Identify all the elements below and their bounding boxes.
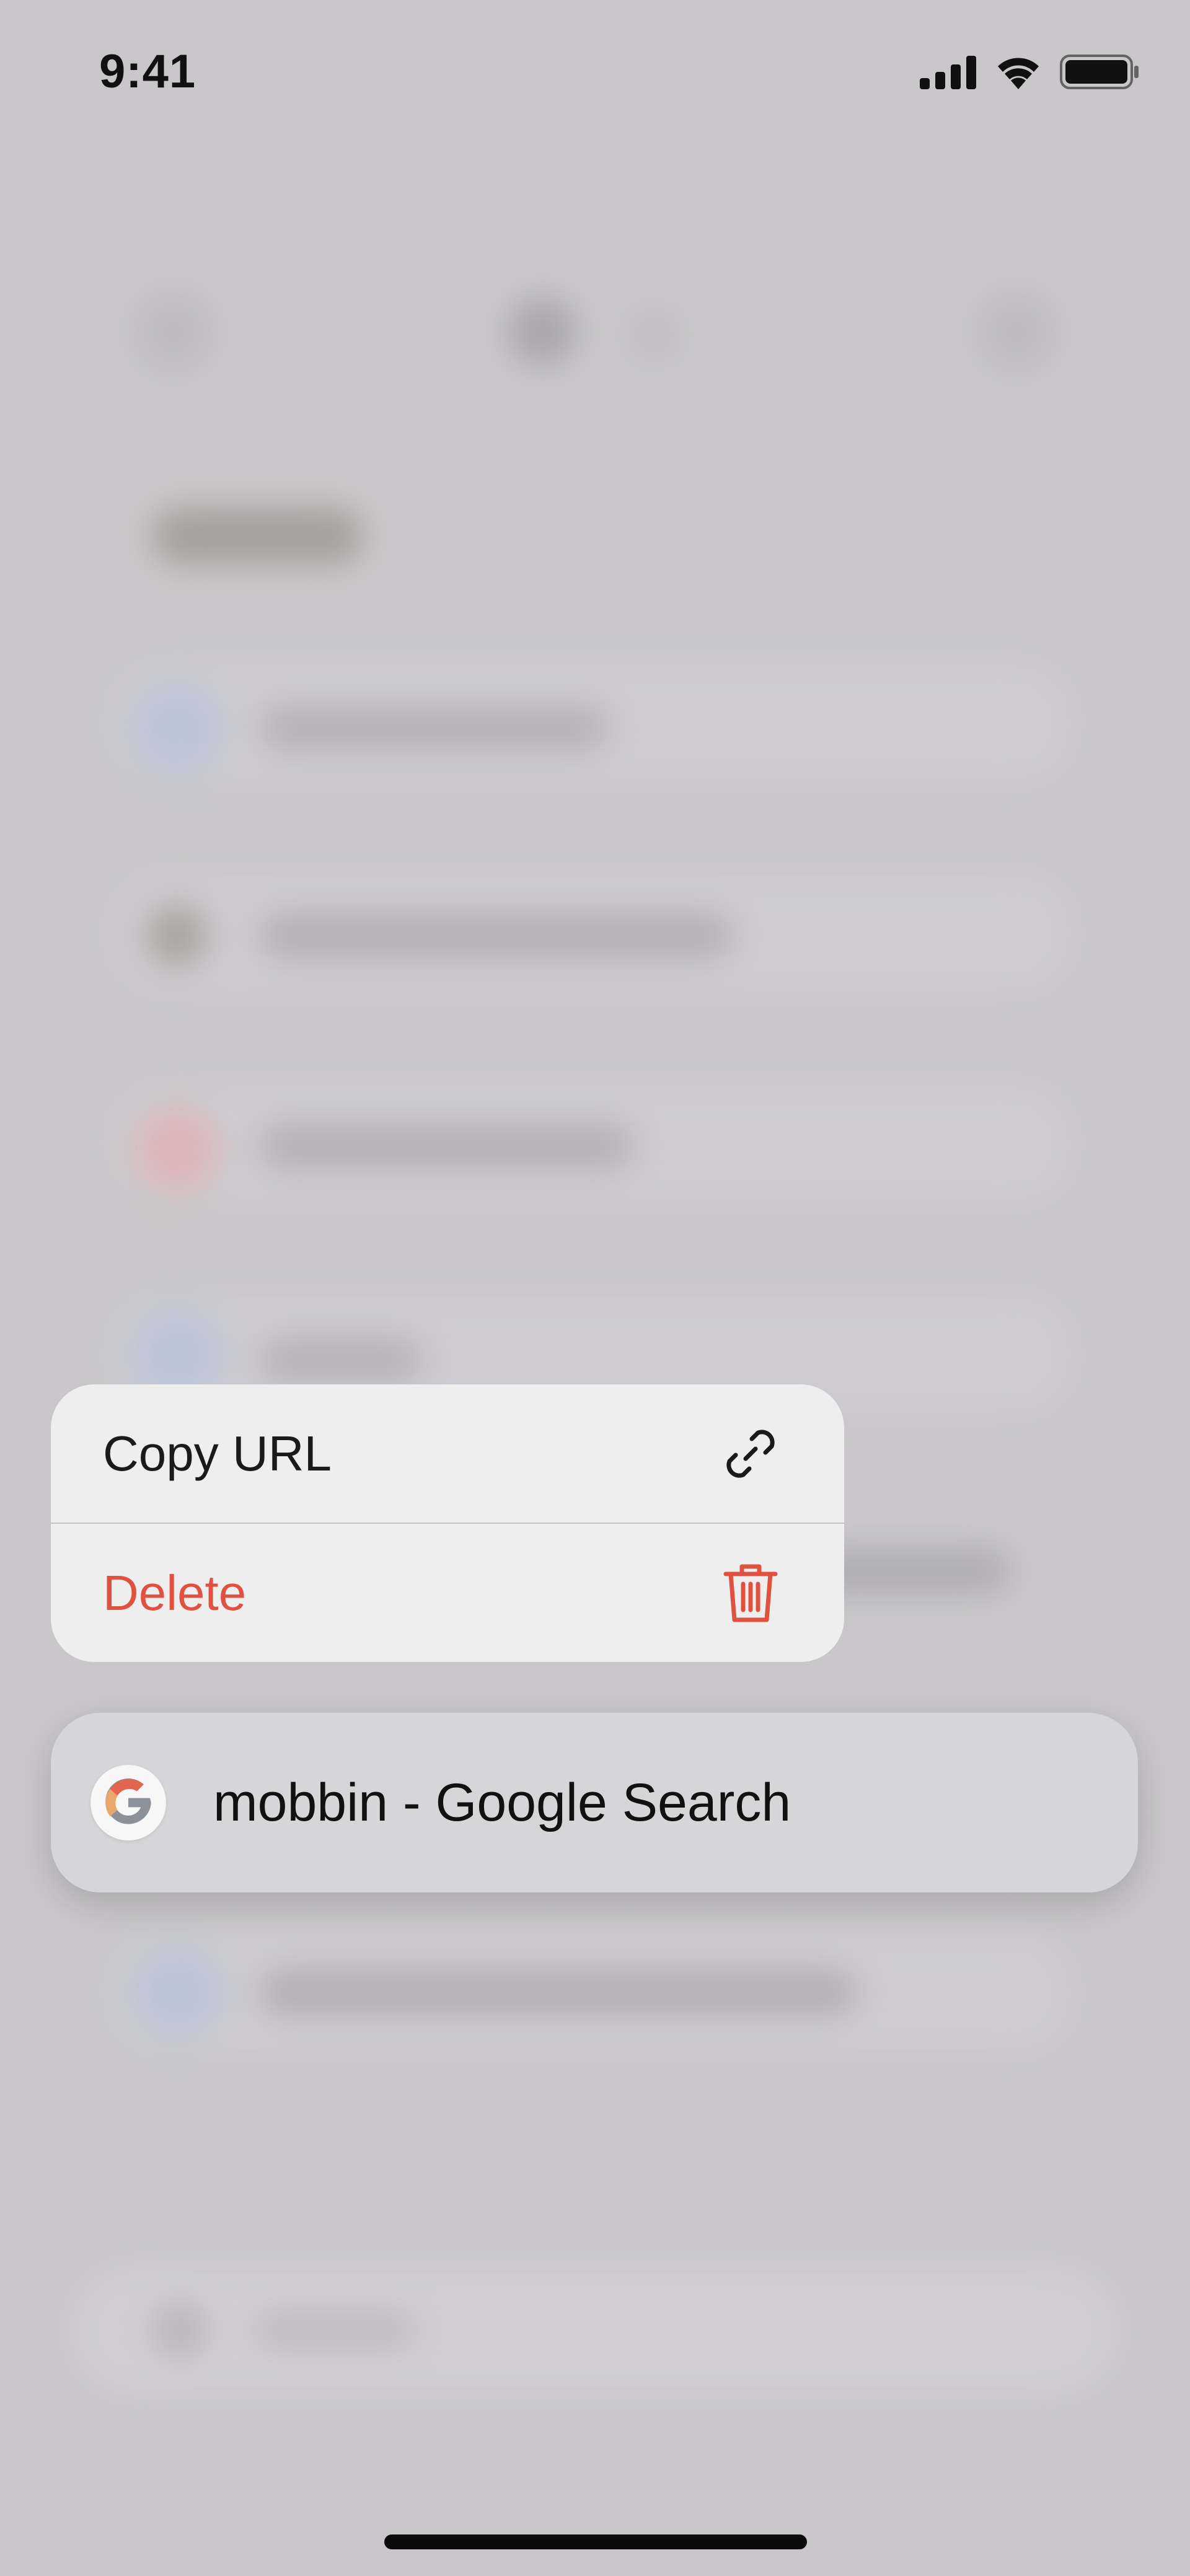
blurred-button — [976, 291, 1057, 372]
status-time: 9:41 — [99, 45, 196, 98]
context-menu: Copy URL Delete — [51, 1384, 844, 1662]
blurred-search-icon — [152, 2302, 208, 2358]
blurred-favicon — [130, 682, 223, 775]
blurred-button — [626, 307, 682, 363]
blurred-favicon — [146, 905, 208, 967]
blurred-favicon — [133, 1106, 220, 1193]
blurred-favicon — [130, 1946, 223, 2039]
history-row-focused[interactable]: mobbin - Google Search — [51, 1713, 1138, 1892]
delete-menu-item[interactable]: Delete — [51, 1524, 844, 1662]
blurred-search-bar — [74, 2268, 1116, 2392]
blurred-text — [260, 1971, 855, 2014]
blurred-text — [254, 2311, 415, 2349]
google-g-icon — [90, 1765, 166, 1840]
link-icon — [716, 1420, 785, 1488]
wifi-icon — [993, 53, 1044, 94]
blurred-button — [508, 297, 576, 366]
home-indicator[interactable] — [384, 2534, 807, 2549]
copy-url-menu-item[interactable]: Copy URL — [51, 1384, 844, 1523]
history-row-title: mobbin - Google Search — [213, 1772, 791, 1832]
history-screen: 9:41 Copy URL Delete mobbin - Google Sea… — [0, 0, 1190, 2576]
trash-icon — [716, 1559, 785, 1627]
cellular-signal-icon — [920, 55, 977, 92]
menu-item-label: Delete — [103, 1565, 247, 1620]
battery-icon — [1060, 53, 1140, 94]
menu-item-label: Copy URL — [103, 1425, 332, 1481]
status-icons — [920, 53, 1140, 94]
blurred-text — [260, 1339, 421, 1382]
blurred-heading — [152, 508, 363, 564]
blurred-button — [133, 291, 214, 372]
blurred-text — [260, 706, 607, 750]
blurred-background — [0, 0, 1190, 2576]
blurred-text — [260, 1125, 632, 1168]
blurred-text — [260, 914, 731, 957]
